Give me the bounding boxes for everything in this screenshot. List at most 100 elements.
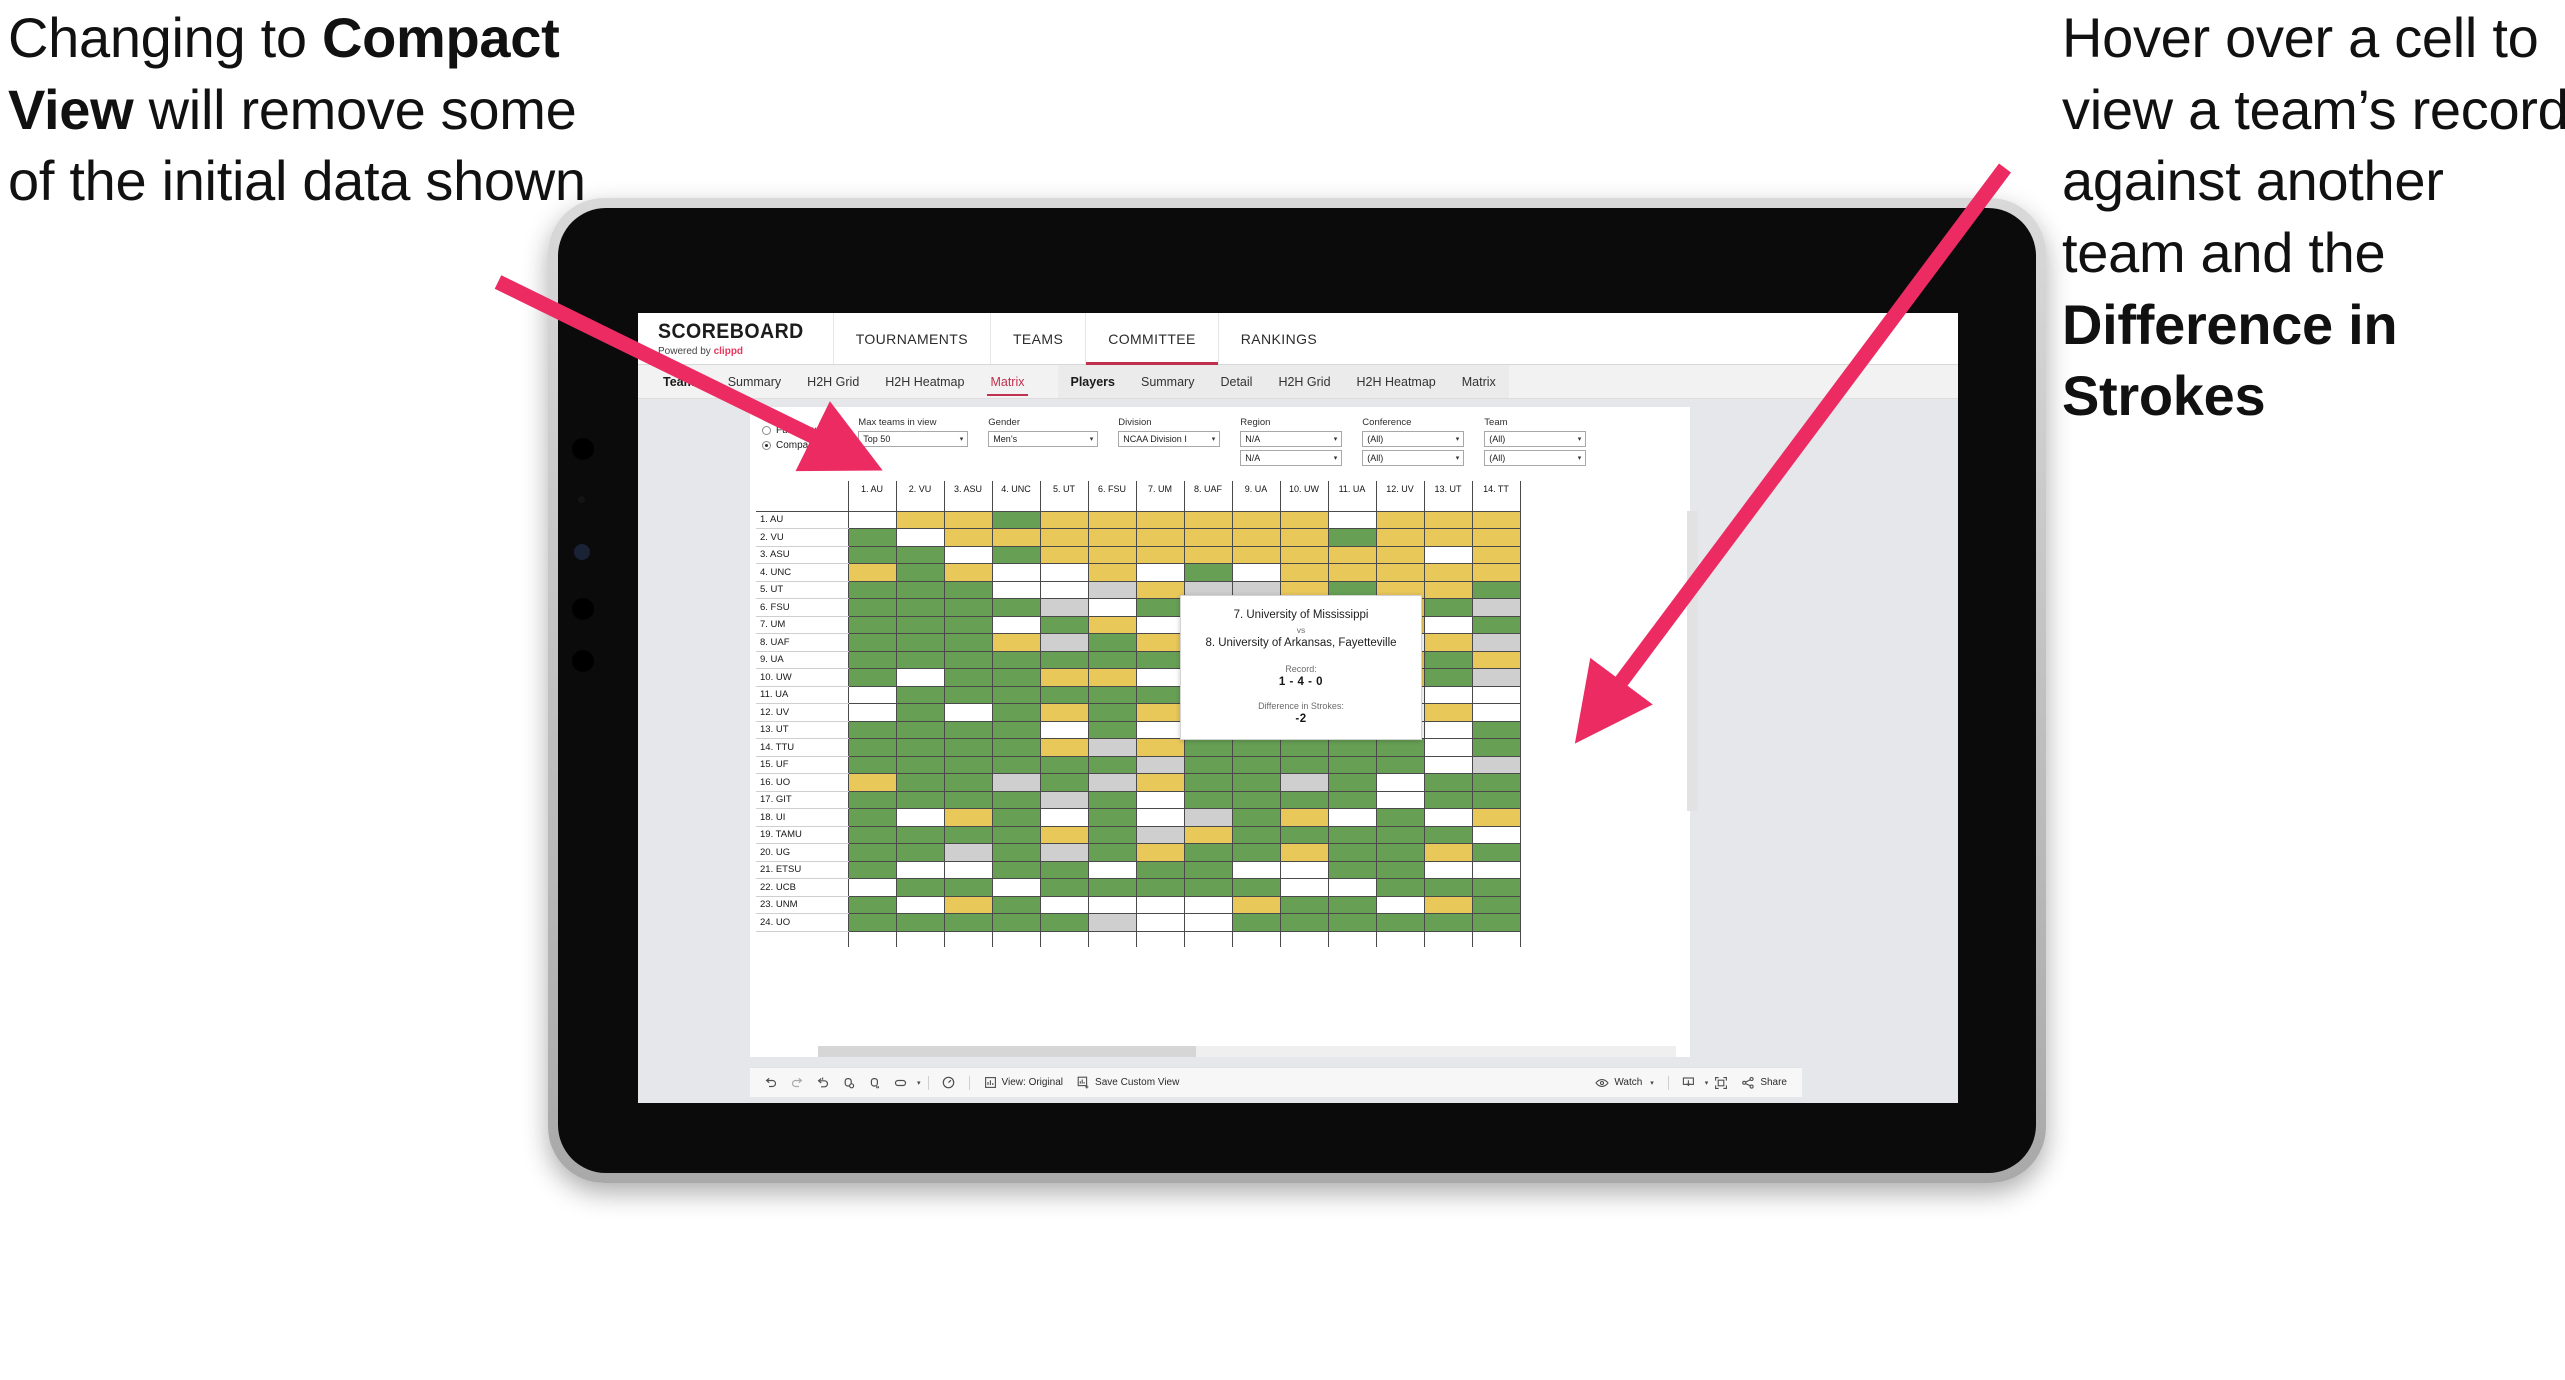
radio-dot-icon[interactable]: [762, 441, 771, 450]
matrix-cell[interactable]: [943, 721, 993, 739]
filter-select-gender[interactable]: Men’s ▾: [988, 431, 1099, 447]
matrix-cell[interactable]: [1279, 773, 1329, 792]
matrix-cell[interactable]: [895, 511, 945, 529]
matrix-cell[interactable]: [1087, 861, 1137, 879]
brand-logo[interactable]: SCOREBOARD Powered by clippd: [638, 313, 833, 364]
matrix-cell[interactable]: [1135, 581, 1185, 599]
scrollbar-thumb[interactable]: [818, 1046, 1196, 1057]
matrix-cell[interactable]: [1279, 826, 1329, 844]
matrix-cell[interactable]: [1231, 563, 1281, 582]
matrix-cell[interactable]: [1087, 511, 1137, 529]
matrix-cell[interactable]: [1423, 773, 1473, 792]
matrix-cell[interactable]: [1087, 528, 1137, 547]
chevron-down-icon[interactable]: ▾: [1650, 1079, 1654, 1087]
matrix-cell[interactable]: [1087, 738, 1137, 757]
matrix-cell[interactable]: [847, 756, 897, 774]
matrix-cell[interactable]: [1375, 878, 1425, 897]
matrix-cell[interactable]: [1471, 721, 1521, 739]
highlight-icon[interactable]: [936, 1070, 962, 1096]
matrix-cell[interactable]: [991, 878, 1041, 897]
matrix-horizontal-scrollbar[interactable]: [818, 1046, 1676, 1057]
matrix-cell[interactable]: [847, 686, 897, 704]
matrix-cell[interactable]: [991, 651, 1041, 669]
matrix-cell[interactable]: [1087, 756, 1137, 774]
matrix-cell[interactable]: [943, 668, 993, 687]
pill-shape-icon[interactable]: [888, 1070, 914, 1096]
matrix-cell[interactable]: [991, 686, 1041, 704]
matrix-cell[interactable]: [1279, 563, 1329, 582]
matrix-cell[interactable]: [1471, 791, 1521, 809]
matrix-cell[interactable]: [895, 843, 945, 862]
matrix-cell[interactable]: [1039, 668, 1089, 687]
matrix-cell[interactable]: [943, 528, 993, 547]
matrix-cell[interactable]: [1327, 843, 1377, 862]
matrix-cell[interactable]: [1039, 563, 1089, 582]
matrix-cell[interactable]: [1327, 511, 1377, 529]
matrix-cell[interactable]: [1039, 843, 1089, 862]
topnav-item-rankings[interactable]: RANKINGS: [1217, 313, 1339, 364]
matrix-cell[interactable]: [1039, 581, 1089, 599]
matrix-cell[interactable]: [1327, 738, 1377, 757]
matrix-cell[interactable]: [1423, 703, 1473, 722]
matrix-cell[interactable]: [1087, 668, 1137, 687]
filter-select-conference[interactable]: (All) ▾: [1362, 431, 1465, 447]
filter-select-region[interactable]: N/A ▾: [1240, 431, 1343, 447]
matrix-cell[interactable]: [1039, 773, 1089, 792]
matrix-cell[interactable]: [1231, 738, 1281, 757]
matrix-cell[interactable]: [991, 511, 1041, 529]
matrix-cell[interactable]: [895, 773, 945, 792]
matrix-cell[interactable]: [991, 563, 1041, 582]
matrix-cell[interactable]: [1471, 563, 1521, 582]
matrix-cell[interactable]: [991, 633, 1041, 652]
matrix-cell[interactable]: [943, 703, 993, 722]
matrix-cell[interactable]: [1135, 511, 1185, 529]
subnav-item-detail[interactable]: Detail: [1207, 365, 1265, 398]
matrix-cell[interactable]: [1423, 843, 1473, 862]
matrix-cell[interactable]: [1471, 651, 1521, 669]
matrix-cell[interactable]: [1087, 773, 1137, 792]
matrix-cell[interactable]: [847, 511, 897, 529]
topnav-item-committee[interactable]: COMMITTEE: [1085, 313, 1218, 365]
matrix-cell[interactable]: [1087, 791, 1137, 809]
chevron-down-icon[interactable]: ▾: [1456, 454, 1460, 462]
matrix-cell[interactable]: [1135, 843, 1185, 862]
subnav-item-matrix[interactable]: Matrix: [977, 365, 1037, 398]
matrix-cell[interactable]: [1327, 791, 1377, 809]
matrix-cell[interactable]: [1279, 756, 1329, 774]
matrix-cell[interactable]: [1423, 651, 1473, 669]
matrix-cell[interactable]: [1423, 686, 1473, 704]
matrix-cell[interactable]: [847, 861, 897, 879]
matrix-cell[interactable]: [1135, 616, 1185, 634]
matrix-cell[interactable]: [1087, 703, 1137, 722]
matrix-cell[interactable]: [847, 563, 897, 582]
chevron-down-icon[interactable]: ▾: [1334, 454, 1338, 462]
matrix-cell[interactable]: [1423, 826, 1473, 844]
matrix-cell[interactable]: [1135, 598, 1185, 617]
matrix-cell[interactable]: [1087, 651, 1137, 669]
matrix-cell[interactable]: [1135, 861, 1185, 879]
subnav-item-matrix[interactable]: Matrix: [1449, 365, 1509, 398]
matrix-cell[interactable]: [1231, 808, 1281, 827]
matrix-cell[interactable]: [1375, 791, 1425, 809]
matrix-cell[interactable]: [1279, 738, 1329, 757]
chevron-down-icon[interactable]: ▾: [1456, 435, 1460, 443]
matrix-cell[interactable]: [1279, 878, 1329, 897]
matrix-cell[interactable]: [1423, 791, 1473, 809]
matrix-cell[interactable]: [1087, 686, 1137, 704]
matrix-cell[interactable]: [1183, 546, 1233, 564]
matrix-cell[interactable]: [1135, 686, 1185, 704]
filter-select-team[interactable]: (All) ▾: [1484, 431, 1587, 447]
matrix-cell[interactable]: [1471, 738, 1521, 757]
matrix-cell[interactable]: [991, 861, 1041, 879]
matrix-cell[interactable]: [1231, 773, 1281, 792]
matrix-cell[interactable]: [895, 651, 945, 669]
matrix-cell[interactable]: [1471, 703, 1521, 722]
chevron-down-icon[interactable]: ▾: [917, 1079, 921, 1087]
matrix-cell[interactable]: [1327, 773, 1377, 792]
matrix-cell[interactable]: [1039, 651, 1089, 669]
radio-full-view[interactable]: Full View: [762, 425, 840, 436]
matrix-cell[interactable]: [1471, 511, 1521, 529]
matrix-cell[interactable]: [943, 738, 993, 757]
matrix-cell[interactable]: [1471, 913, 1521, 932]
filter-select-division[interactable]: NCAA Division I ▾: [1118, 431, 1221, 447]
